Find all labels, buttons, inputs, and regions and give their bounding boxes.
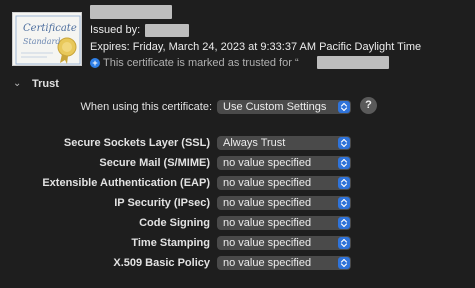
chevron-updown-icon <box>338 237 350 249</box>
issuer-redacted <box>145 24 189 37</box>
certificate-icon-subscript: Standard <box>23 37 60 46</box>
chevron-updown-icon <box>338 101 350 113</box>
trust-row-label: Secure Mail (S/MIME) <box>99 157 210 169</box>
trust-row-label: Code Signing <box>139 217 210 229</box>
chevron-updown-icon <box>338 177 350 189</box>
trust-row-value: Always Trust <box>223 137 286 149</box>
trust-row-label: Time Stamping <box>131 237 210 249</box>
trust-disclosure-chevron-icon[interactable]: ⌄ <box>13 78 21 89</box>
trust-section-label[interactable]: Trust <box>32 78 59 90</box>
trust-row-label: Extensible Authentication (EAP) <box>42 177 210 189</box>
trust-row-value: no value specified <box>223 177 312 189</box>
trust-row-value: no value specified <box>223 157 312 169</box>
trust-row-popup-ipsec[interactable]: no value specified <box>217 196 351 210</box>
trust-row-value: no value specified <box>223 217 312 229</box>
trust-row-value: no value specified <box>223 197 312 209</box>
when-using-label: When using this certificate: <box>80 101 212 113</box>
when-using-popup[interactable]: Use Custom Settings <box>217 100 351 114</box>
trust-row-popup-x509[interactable]: no value specified <box>217 256 351 270</box>
trust-row-popup-code-signing[interactable]: no value specified <box>217 216 351 230</box>
when-using-value: Use Custom Settings <box>223 101 327 113</box>
certificate-icon-script: Certificate <box>23 23 77 34</box>
trust-row-label: Secure Sockets Layer (SSL) <box>63 137 210 149</box>
trust-row-label: IP Security (IPsec) <box>114 197 210 209</box>
chevron-updown-icon <box>338 217 350 229</box>
trust-row-popup-time-stamping[interactable]: no value specified <box>217 236 351 250</box>
trust-row-popup-eap[interactable]: no value specified <box>217 176 351 190</box>
trust-row-label: X.509 Basic Policy <box>113 257 210 269</box>
chevron-updown-icon <box>338 137 350 149</box>
expires-text: Expires: Friday, March 24, 2023 at 9:33:… <box>90 41 422 53</box>
trusted-plus-icon: + <box>90 58 100 68</box>
help-button[interactable]: ? <box>360 97 377 114</box>
chevron-updown-icon <box>338 197 350 209</box>
certificate-icon: Certificate Standard <box>12 12 82 66</box>
trusted-text: This certificate is marked as trusted fo… <box>103 57 299 69</box>
chevron-updown-icon <box>338 257 350 269</box>
trusted-target-redacted <box>317 56 389 69</box>
trust-row-value: no value specified <box>223 237 312 249</box>
issued-by-label: Issued by: <box>90 24 141 36</box>
certificate-name-redacted <box>90 5 172 19</box>
trust-row-value: no value specified <box>223 257 312 269</box>
chevron-updown-icon <box>338 157 350 169</box>
trust-row-popup-smime[interactable]: no value specified <box>217 156 351 170</box>
trust-row-popup-ssl[interactable]: Always Trust <box>217 136 351 150</box>
